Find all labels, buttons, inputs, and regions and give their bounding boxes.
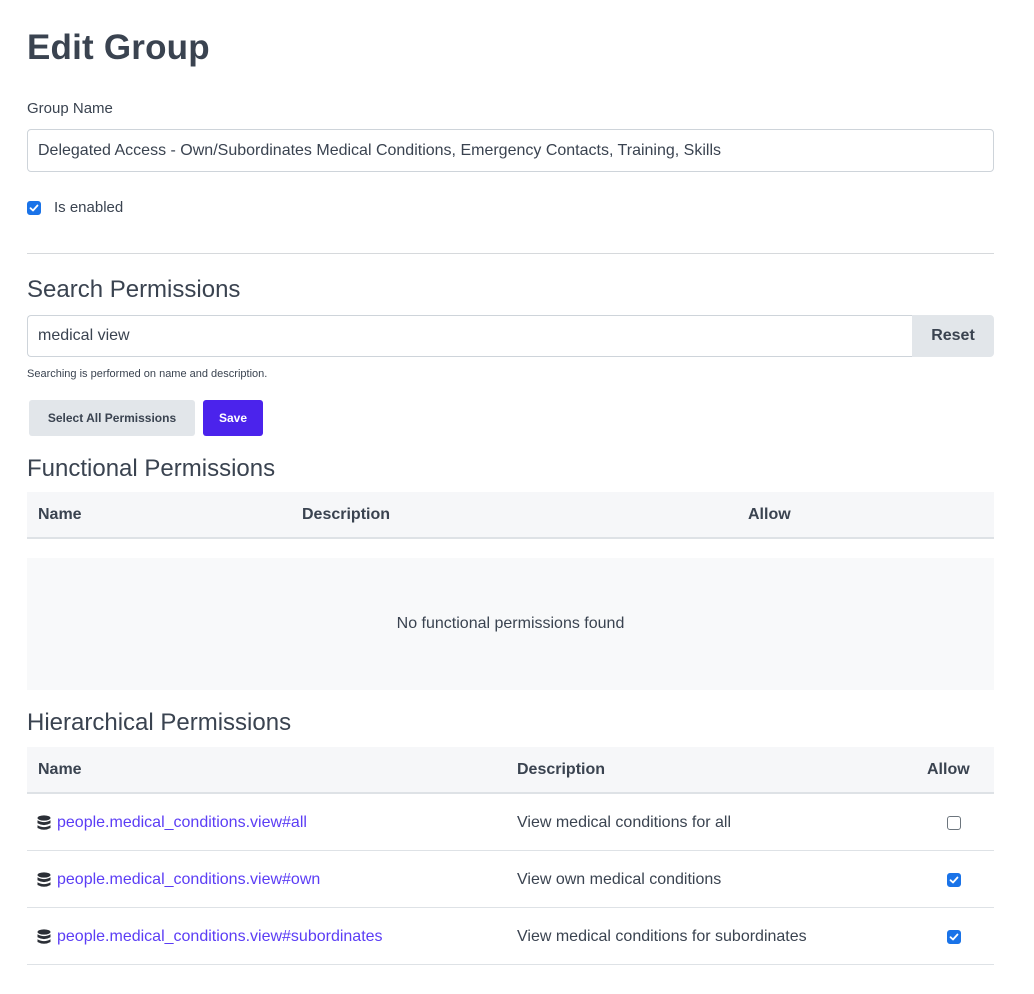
database-icon (37, 928, 51, 945)
group-name-label: Group Name (27, 100, 113, 117)
allow-checkbox[interactable] (947, 872, 961, 887)
database-icon (37, 814, 51, 831)
allow-checkbox[interactable] (947, 929, 961, 944)
search-group: medical view Reset (27, 315, 994, 357)
reset-button[interactable]: Reset (912, 315, 994, 357)
permission-link[interactable]: people.medical_conditions.view#own (37, 871, 320, 889)
checkmark-icon (29, 204, 39, 211)
checkmark-icon (949, 933, 959, 940)
permission-link[interactable]: people.medical_conditions.view#all (37, 814, 307, 832)
section-divider (27, 253, 994, 254)
column-header-description[interactable]: Description (302, 492, 390, 537)
search-input[interactable]: medical view (27, 315, 912, 357)
checkmark-icon (949, 876, 959, 883)
table-row: people.medical_conditions.view#subordina… (27, 908, 994, 965)
table-row: people.medical_conditions.view#all View … (27, 794, 994, 851)
database-icon (37, 871, 51, 888)
hierarchical-table-header: Name Description Allow (27, 747, 994, 794)
functional-table-header: Name Description Allow (27, 492, 994, 539)
permission-description: View own medical conditions (517, 870, 722, 888)
save-button[interactable]: Save (203, 400, 263, 436)
page-title: Edit Group (27, 28, 210, 67)
column-header-allow[interactable]: Allow (748, 492, 791, 537)
search-help-text: Searching is performed on name and descr… (27, 368, 268, 380)
permission-name[interactable]: people.medical_conditions.view#own (57, 871, 320, 889)
column-header-name[interactable]: Name (38, 492, 82, 537)
functional-permissions-title: Functional Permissions (27, 455, 276, 482)
permission-name[interactable]: people.medical_conditions.view#subordina… (57, 928, 383, 946)
is-enabled-row: Is enabled (27, 199, 123, 216)
is-enabled-label[interactable]: Is enabled (54, 199, 123, 216)
column-header-name[interactable]: Name (38, 747, 82, 792)
permission-description: View medical conditions for all (517, 813, 732, 831)
allow-checkbox[interactable] (947, 815, 961, 830)
column-header-allow[interactable]: Allow (927, 747, 970, 792)
search-permissions-title: Search Permissions (27, 276, 241, 303)
permission-name[interactable]: people.medical_conditions.view#all (57, 814, 307, 832)
column-header-description[interactable]: Description (517, 747, 605, 792)
group-name-input[interactable]: Delegated Access - Own/Subordinates Medi… (27, 129, 994, 172)
is-enabled-checkbox[interactable] (27, 200, 41, 215)
hierarchical-permissions-title: Hierarchical Permissions (27, 709, 292, 736)
permission-link[interactable]: people.medical_conditions.view#subordina… (37, 928, 383, 946)
select-all-permissions-button[interactable]: Select All Permissions (29, 400, 195, 436)
table-row: people.medical_conditions.view#own View … (27, 851, 994, 908)
functional-empty-message: No functional permissions found (27, 558, 994, 690)
permission-description: View medical conditions for subordinates (517, 927, 807, 945)
